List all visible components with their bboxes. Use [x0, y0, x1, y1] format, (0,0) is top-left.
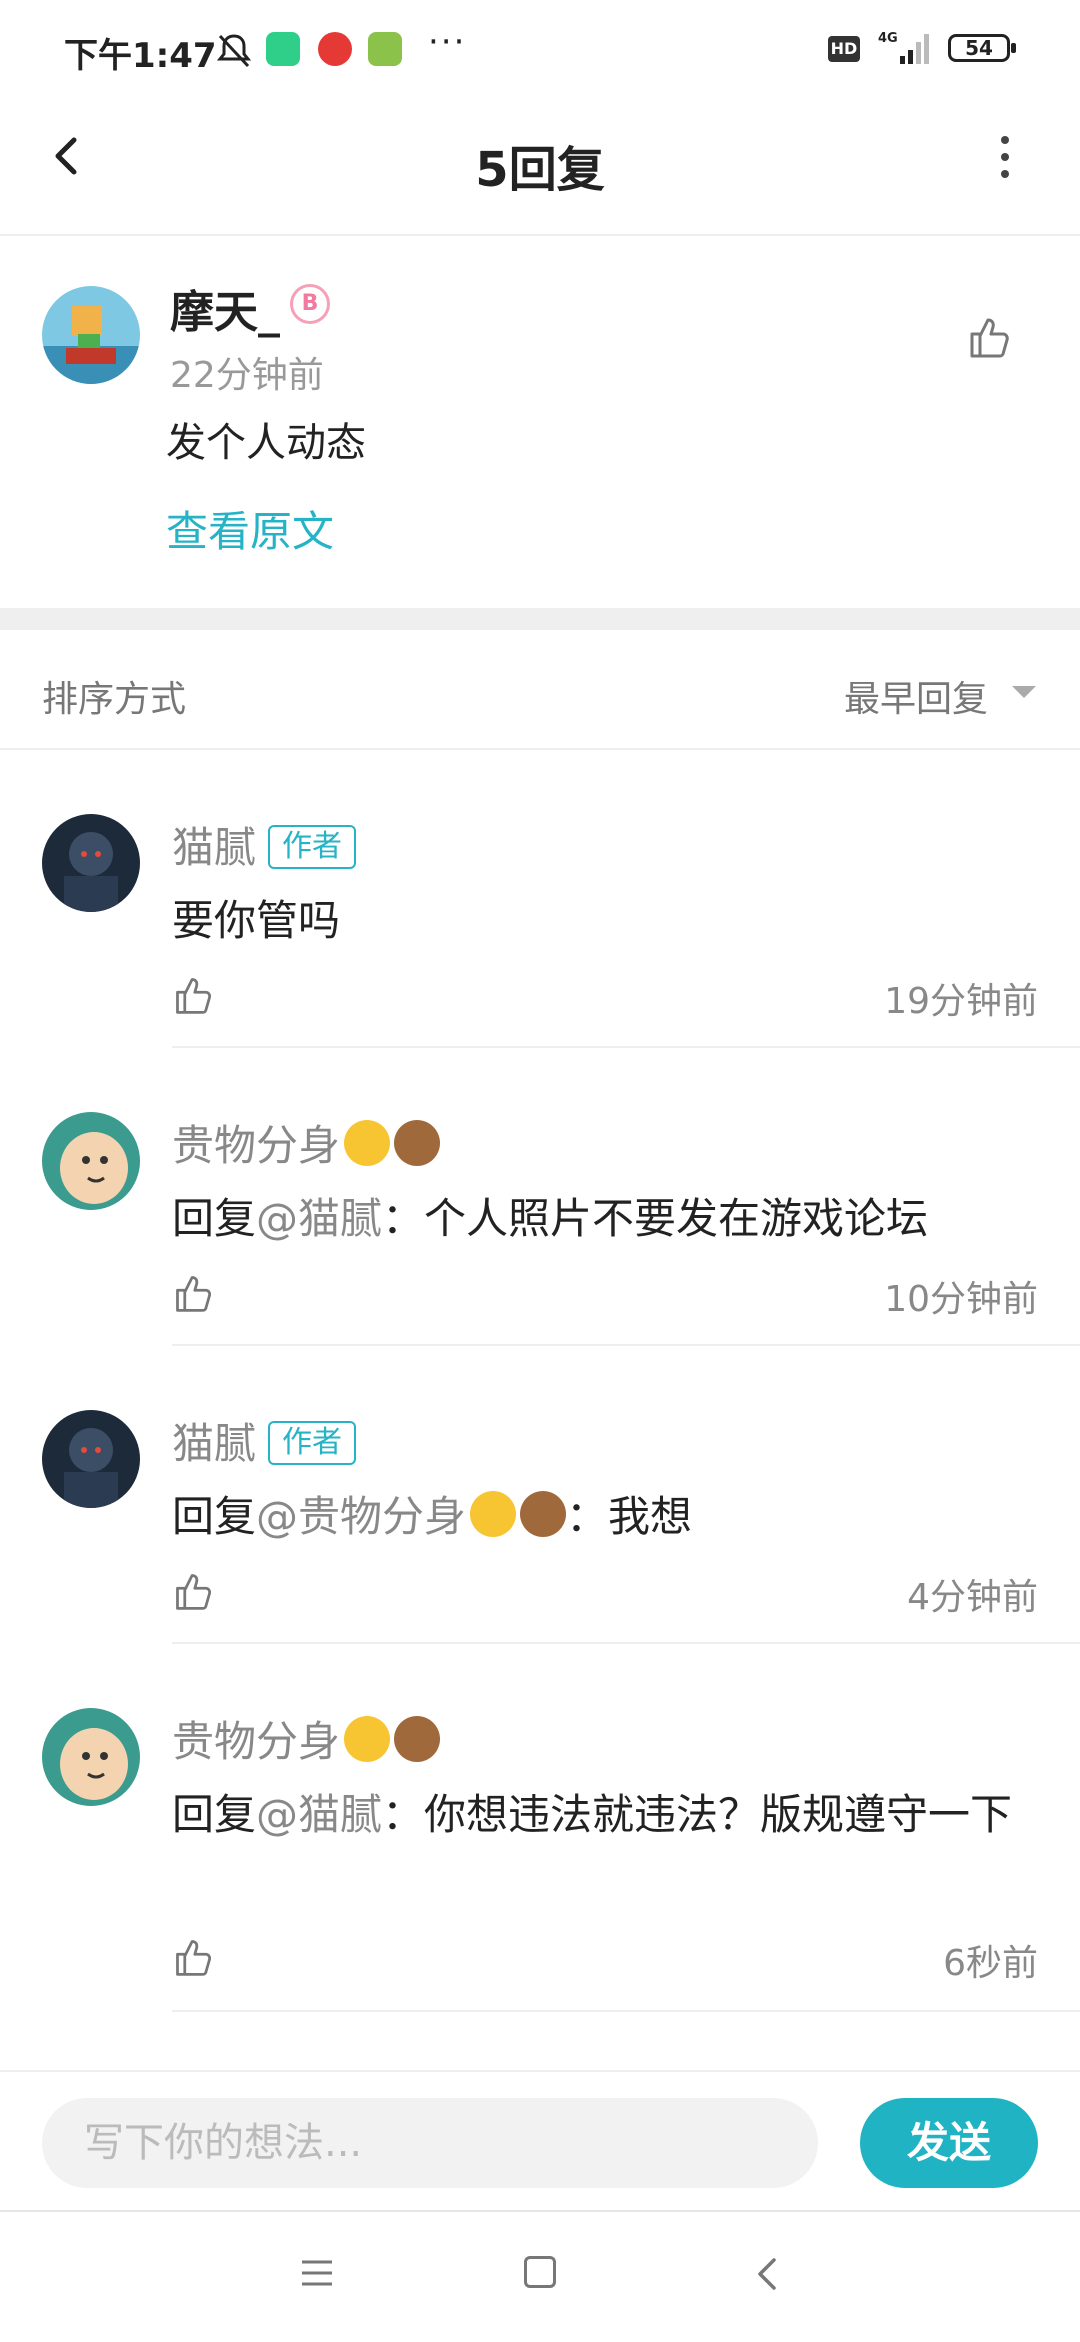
download-notification-icon: [368, 32, 402, 66]
dropdown-arrow-icon[interactable]: [1012, 686, 1036, 698]
reply-prefix: 回复: [172, 1790, 257, 1839]
divider: [172, 1642, 1080, 1644]
comment-author[interactable]: 猫腻 作者: [172, 1410, 357, 1471]
comment-body: ：你想违法就违法？版规遵守一下: [382, 1790, 1013, 1839]
comment-body: ：个人照片不要发在游戏论坛: [382, 1194, 929, 1243]
divider: [172, 1344, 1080, 1346]
post-timestamp: 22分钟前: [170, 355, 324, 396]
menu-icon[interactable]: [300, 2258, 334, 2288]
mention-link[interactable]: @贵物分身: [256, 1491, 567, 1541]
sort-dropdown[interactable]: 最早回复: [844, 670, 988, 722]
thumbs-up-icon[interactable]: [966, 314, 1012, 360]
comment-author-name[interactable]: 贵物分身: [172, 1717, 340, 1766]
sort-label: 排序方式: [42, 679, 187, 720]
more-options-icon[interactable]: [990, 132, 1020, 182]
battery-icon: 54: [948, 34, 1016, 62]
monkey-emoji-icon: [394, 1716, 441, 1762]
comment-body: 要你管吗: [172, 896, 341, 945]
hugging-emoji-icon: [344, 1120, 391, 1166]
more-notifications-icon: ···: [428, 22, 467, 62]
post-author-name[interactable]: 摩天_: [170, 276, 280, 340]
thumbs-up-icon[interactable]: [172, 1570, 214, 1612]
comment-author[interactable]: 贵物分身: [172, 1112, 441, 1173]
comment-author-name[interactable]: 猫腻: [172, 823, 256, 872]
comment-text: 回复@贵物分身 ：我想: [172, 1482, 1032, 1552]
original-post: 摩天_ B 22分钟前 发个人动态 查看原文: [0, 236, 1080, 608]
comment-author[interactable]: 猫腻 作者: [172, 814, 357, 875]
author-tag: 作者: [268, 825, 357, 869]
status-time: 下午1:47: [64, 36, 217, 76]
back-icon[interactable]: [752, 2254, 782, 2294]
comment-author-name[interactable]: 贵物分身: [172, 1121, 340, 1170]
mention-link[interactable]: @猫腻: [256, 1790, 382, 1839]
avatar[interactable]: [42, 286, 140, 384]
comment-author-name[interactable]: 猫腻: [172, 1419, 256, 1468]
hd-icon: HD: [828, 36, 860, 62]
app-notification-icon: [266, 32, 300, 66]
monkey-emoji-icon: [394, 1120, 441, 1166]
network-type: 4G: [878, 31, 898, 46]
top-nav: 5回复: [0, 100, 1080, 236]
app-notification-icon: [318, 32, 352, 66]
hugging-emoji-icon: [470, 1491, 517, 1537]
mute-bell-icon: [216, 34, 252, 68]
comment-body: ：我想: [566, 1492, 693, 1541]
comment-timestamp: 6秒前: [943, 1943, 1038, 1984]
monkey-emoji-icon: [520, 1491, 567, 1537]
divider: [172, 1046, 1080, 1048]
comment-text: 回复@猫腻：你想违法就违法？版规遵守一下: [172, 1780, 1032, 1850]
level-badge-icon: B: [290, 284, 330, 324]
page-title: 5回复: [475, 142, 605, 198]
post-content: 发个人动态: [166, 420, 366, 466]
thumbs-up-icon[interactable]: [172, 1936, 214, 1978]
comment-text: 要你管吗: [172, 886, 1032, 956]
avatar[interactable]: [42, 814, 140, 912]
thumbs-up-icon[interactable]: [172, 1272, 214, 1314]
comment-author[interactable]: 贵物分身: [172, 1708, 441, 1769]
divider: [172, 2010, 1080, 2012]
hugging-emoji-icon: [344, 1716, 391, 1762]
comment-timestamp: 10分钟前: [884, 1279, 1038, 1320]
comment-timestamp: 4分钟前: [907, 1577, 1038, 1618]
avatar[interactable]: [42, 1410, 140, 1508]
reply-input-bar: 发送: [0, 2070, 1080, 2212]
home-icon[interactable]: [524, 2256, 556, 2288]
section-divider: [0, 608, 1080, 630]
reply-input[interactable]: [42, 2098, 818, 2188]
status-bar: 下午1:47 ··· HD 4G 54: [0, 0, 1080, 100]
reply-prefix: 回复: [172, 1194, 257, 1243]
view-original-link[interactable]: 查看原文: [166, 498, 334, 559]
avatar[interactable]: [42, 1112, 140, 1210]
signal-icon: 4G: [878, 31, 929, 64]
thumbs-up-icon[interactable]: [172, 974, 214, 1016]
comment-timestamp: 19分钟前: [884, 981, 1038, 1022]
mention-link[interactable]: @猫腻: [256, 1194, 382, 1243]
sort-bar: 排序方式 最早回复: [0, 630, 1080, 750]
reply-prefix: 回复: [172, 1492, 257, 1541]
comment-text: 回复@猫腻：个人照片不要发在游戏论坛: [172, 1184, 1032, 1254]
avatar[interactable]: [42, 1708, 140, 1806]
system-nav-bar: [0, 2210, 1080, 2342]
send-button[interactable]: 发送: [860, 2098, 1038, 2188]
author-tag: 作者: [268, 1421, 357, 1465]
